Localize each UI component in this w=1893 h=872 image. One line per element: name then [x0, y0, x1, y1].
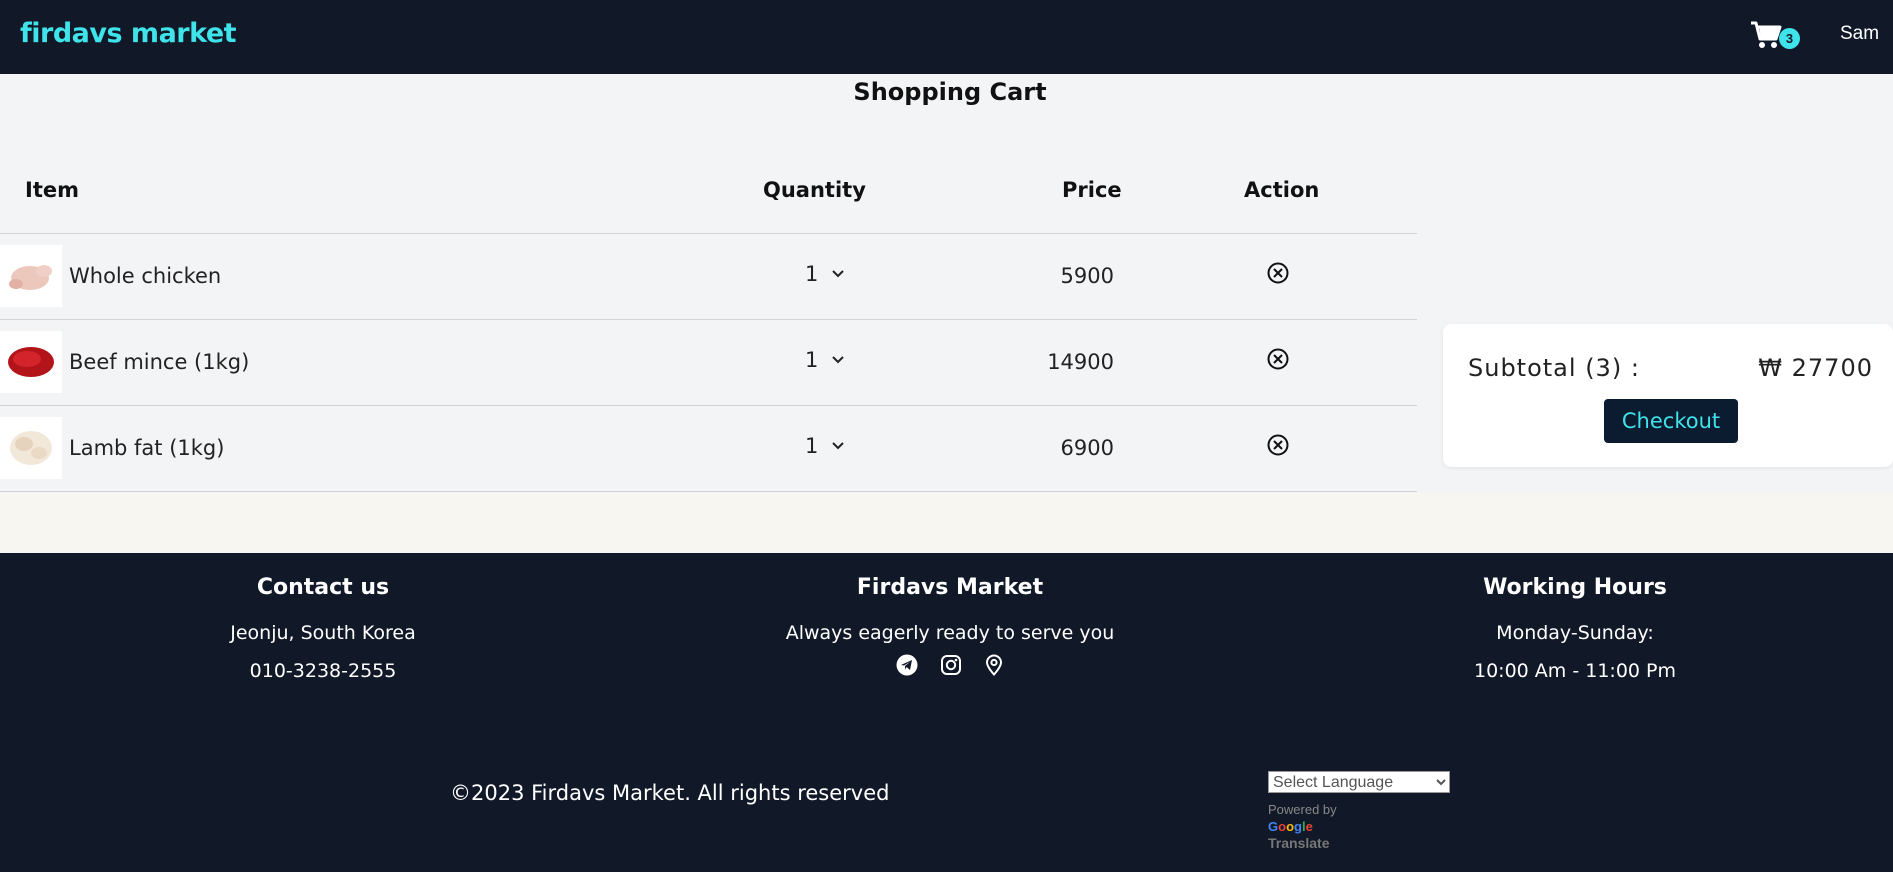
footer-market: Firdavs Market Always eagerly ready to s… [770, 575, 1130, 676]
top-navbar: firdavs market 3 Sam [0, 0, 1893, 74]
chevron-down-icon [832, 270, 845, 278]
quantity-select[interactable]: 1 [805, 348, 845, 372]
cart-button[interactable]: 3 [1750, 18, 1802, 52]
footer: Contact us Jeonju, South Korea 010-3238-… [0, 553, 1893, 872]
brand-logo[interactable]: firdavs market [20, 18, 237, 49]
product-thumbnail [0, 417, 62, 479]
table-row: Whole chicken 1 5900 [0, 234, 1417, 320]
google-logo[interactable]: Google [1268, 818, 1337, 835]
quantity-value: 1 [805, 434, 819, 458]
copyright-text: ©2023 Firdavs Market. All rights reserve… [450, 781, 890, 805]
footer-contact-title: Contact us [256, 575, 390, 600]
quantity-select[interactable]: 1 [805, 434, 845, 458]
instagram-icon[interactable] [940, 654, 962, 676]
table-header: Item Quantity Price Action [0, 160, 1417, 234]
table-row: Lamb fat (1kg) 1 6900 [0, 406, 1417, 492]
subtotal-card: Subtotal (3) : ₩ 27700 Checkout [1443, 324, 1893, 467]
shopping-cart-icon [1751, 21, 1782, 48]
social-links [770, 654, 1130, 676]
quantity-select[interactable]: 1 [805, 262, 845, 286]
quantity-value: 1 [805, 262, 819, 286]
footer-tagline: Always eagerly ready to serve you [785, 622, 1115, 644]
quantity-value: 1 [805, 348, 819, 372]
remove-item-icon[interactable] [1266, 261, 1290, 285]
page-title: Shopping Cart [853, 78, 1047, 106]
chevron-down-icon [832, 442, 845, 450]
footer-market-title: Firdavs Market [856, 575, 1044, 600]
item-name: Beef mince (1kg) [69, 350, 250, 374]
location-pin-icon[interactable] [984, 654, 1004, 676]
beef-mince-image [8, 347, 54, 377]
footer-phone[interactable]: 010-3238-2555 [184, 660, 462, 682]
footer-time: 10:00 Am - 11:00 Pm [1474, 660, 1676, 682]
table-row: Beef mince (1kg) 1 14900 [0, 320, 1417, 406]
translate-text[interactable]: Translate [1268, 835, 1337, 852]
column-header-price: Price [1062, 178, 1122, 202]
footer-hours-title: Working Hours [1483, 575, 1667, 600]
footer-contact: Contact us Jeonju, South Korea 010-3238-… [184, 575, 462, 698]
cart-count-badge: 3 [1779, 28, 1800, 49]
chevron-down-icon [832, 356, 845, 364]
column-header-item: Item [25, 178, 79, 202]
lamb-fat-image [10, 431, 52, 465]
subtotal-value: ₩ 27700 [1758, 354, 1873, 382]
subtotal-label: Subtotal (3) : [1468, 354, 1640, 382]
column-header-action: Action [1244, 178, 1320, 202]
footer-days: Monday-Sunday: [1496, 622, 1654, 644]
footer-hours: Working Hours Monday-Sunday: 10:00 Am - … [1460, 575, 1690, 698]
language-select[interactable]: Select Language [1268, 771, 1450, 793]
product-thumbnail [0, 245, 62, 307]
item-price: 14900 [1047, 350, 1114, 374]
item-name: Whole chicken [69, 264, 222, 288]
item-price: 5900 [1060, 264, 1114, 288]
checkout-button[interactable]: Checkout [1604, 399, 1738, 443]
footer-address: Jeonju, South Korea [230, 622, 416, 644]
item-price: 6900 [1060, 436, 1114, 460]
remove-item-icon[interactable] [1266, 347, 1290, 371]
powered-by-text: Powered by [1268, 802, 1337, 817]
remove-item-icon[interactable] [1266, 433, 1290, 457]
content-spacer [0, 493, 1893, 553]
google-translate-attribution: Powered by Google Translate [1268, 801, 1337, 852]
item-name: Lamb fat (1kg) [69, 436, 225, 460]
cart-table: Item Quantity Price Action Whole chicken… [0, 160, 1417, 492]
user-menu[interactable]: Sam [1840, 23, 1879, 45]
column-header-quantity: Quantity [763, 178, 866, 202]
telegram-icon[interactable] [896, 654, 918, 676]
product-thumbnail [0, 331, 62, 393]
whole-chicken-image [9, 265, 52, 290]
